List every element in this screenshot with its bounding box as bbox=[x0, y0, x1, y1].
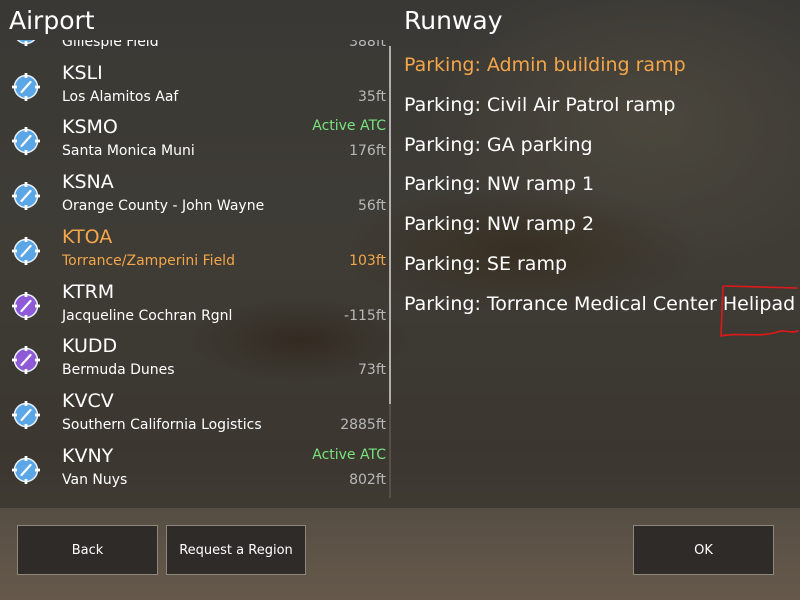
airport-row[interactable]: KVCV Southern California Logistics 2885ft bbox=[0, 388, 392, 443]
atc-status: Active ATC bbox=[312, 118, 386, 135]
airport-heading: Airport bbox=[9, 6, 95, 35]
airport-list[interactable]: Gillespie Field 388ft KSLI Los Alamitos Aaf… bbox=[0, 40, 392, 502]
airport-name: Van Nuys bbox=[62, 471, 128, 488]
atc-status: Active ATC bbox=[312, 446, 386, 463]
runway-item[interactable]: Parking: NW ramp 2 bbox=[404, 213, 594, 235]
airport-row[interactable]: KSLI Los Alamitos Aaf 35ft bbox=[0, 60, 392, 115]
airport-row[interactable]: KSMO Santa Monica Muni Active ATC 176ft bbox=[0, 114, 392, 169]
airport-code: KSNA bbox=[62, 171, 114, 194]
airport-elevation: 35ft bbox=[358, 88, 386, 105]
airport-name: Southern California Logistics bbox=[62, 416, 262, 433]
runway-list[interactable]: Parking: Admin building ramp Parking: Civ… bbox=[396, 46, 800, 346]
airport-icon bbox=[12, 127, 40, 156]
airport-row[interactable]: KTRM Jacqueline Cochran Rgnl -115ft bbox=[0, 279, 392, 334]
airport-name: Bermuda Dunes bbox=[62, 362, 175, 379]
airport-row[interactable]: KTOA Torrance/Zamperini Field 103ft bbox=[0, 224, 392, 279]
airport-list-scrollbar[interactable] bbox=[389, 46, 391, 498]
airport-row[interactable]: KSNA Orange County - John Wayne 56ft bbox=[0, 169, 392, 224]
airport-elevation: 388ft bbox=[349, 40, 386, 50]
airport-row[interactable]: KVNY Van Nuys Active ATC 802ft bbox=[0, 443, 392, 498]
runway-item[interactable]: Parking: Civil Air Patrol ramp bbox=[404, 94, 675, 116]
airport-icon bbox=[12, 72, 40, 101]
airport-elevation: 56ft bbox=[358, 198, 386, 215]
airport-icon bbox=[16, 40, 36, 46]
airport-name: Gillespie Field bbox=[62, 40, 159, 50]
airport-code: KSLI bbox=[62, 61, 103, 84]
request-region-button[interactable]: Request a Region bbox=[166, 525, 306, 575]
airport-name: Orange County - John Wayne bbox=[62, 198, 265, 215]
airport-code: KVCV bbox=[62, 389, 114, 412]
runway-heading: Runway bbox=[404, 6, 503, 35]
airport-row[interactable]: KUDD Bermuda Dunes 73ft bbox=[0, 333, 392, 388]
airport-name: Jacqueline Cochran Rgnl bbox=[62, 307, 233, 324]
airport-elevation: 103ft bbox=[349, 252, 386, 269]
airport-name: Torrance/Zamperini Field bbox=[62, 252, 235, 269]
airport-icon bbox=[12, 236, 40, 265]
airport-icon bbox=[12, 291, 40, 320]
airport-name: Los Alamitos Aaf bbox=[62, 88, 179, 105]
airport-elevation: 802ft bbox=[349, 471, 386, 488]
scrollbar-thumb[interactable] bbox=[389, 46, 391, 404]
airport-icon bbox=[12, 400, 40, 429]
airport-elevation: -115ft bbox=[344, 307, 386, 324]
airport-icon bbox=[12, 455, 40, 484]
airport-code: KTOA bbox=[62, 225, 113, 248]
airport-name: Santa Monica Muni bbox=[62, 143, 195, 160]
runway-item[interactable]: Parking: SE ramp bbox=[404, 253, 567, 275]
airport-row[interactable]: Gillespie Field 388ft bbox=[0, 40, 392, 60]
airport-icon bbox=[12, 346, 40, 375]
runway-item[interactable]: Parking: Admin building ramp bbox=[404, 54, 686, 76]
runway-item[interactable]: Parking: GA parking bbox=[404, 134, 593, 156]
airport-code: KUDD bbox=[62, 335, 118, 358]
airport-elevation: 176ft bbox=[349, 143, 386, 160]
airport-elevation: 73ft bbox=[358, 362, 386, 379]
back-button[interactable]: Back bbox=[17, 525, 158, 575]
ok-button[interactable]: OK bbox=[633, 525, 774, 575]
airport-code: KVNY bbox=[62, 444, 114, 467]
airport-code: KTRM bbox=[62, 280, 115, 303]
airport-elevation: 2885ft bbox=[340, 416, 386, 433]
airport-icon bbox=[12, 182, 40, 211]
airport-code: KSMO bbox=[62, 116, 118, 139]
runway-item[interactable]: Parking: NW ramp 1 bbox=[404, 173, 594, 195]
runway-item[interactable]: Parking: Torrance Medical Center Helipad bbox=[404, 293, 795, 315]
